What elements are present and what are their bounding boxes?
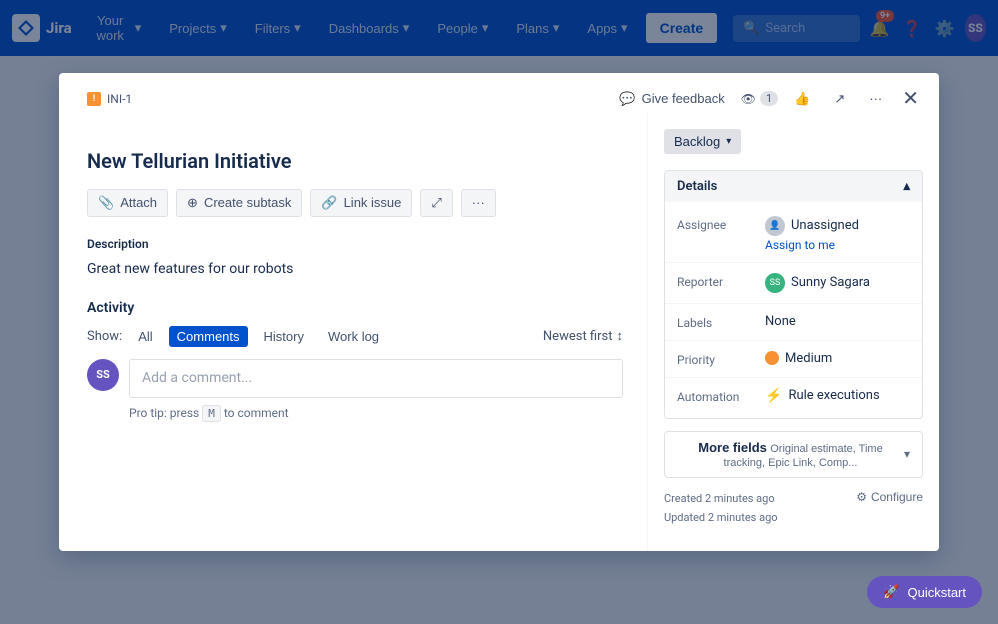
quickstart-button[interactable]: 🚀 Quickstart	[867, 576, 982, 608]
show-label: Show:	[87, 329, 122, 344]
close-button[interactable]: ✕	[898, 85, 923, 113]
reporter-label: Reporter	[677, 273, 757, 289]
link-icon: 🔗	[321, 195, 337, 211]
priority-icon	[765, 351, 779, 365]
tab-comments[interactable]: Comments	[169, 326, 248, 347]
labels-row: Labels None	[665, 308, 922, 336]
share-icon: ↗	[834, 91, 845, 107]
issue-key: ! INI-1	[87, 92, 132, 106]
footer-row: ⚙ Configure Created 2 minutes ago Update…	[664, 490, 923, 535]
more-actions-button[interactable]: ···	[461, 189, 496, 217]
action-buttons-row: 📎 Attach ⊕ Create subtask 🔗 Link issue ⤢	[87, 189, 623, 217]
issue-title: New Tellurian Initiative	[87, 149, 623, 173]
backlog-label: Backlog	[674, 134, 720, 149]
reporter-row: Reporter SS Sunny Sagara	[665, 267, 922, 299]
lightning-icon: ⚡	[765, 388, 782, 404]
issue-modal: ! INI-1 💬 Give feedback 👁 1 👍 ↗	[59, 73, 939, 551]
header-actions: 💬 Give feedback 👁 1 👍 ↗ ··· ✕	[611, 85, 923, 113]
updated-timestamp: Updated 2 minutes ago	[664, 509, 923, 528]
chevron-up-icon: ▴	[903, 179, 910, 194]
modal-right-panel: Backlog ▾ Details ▴ Assignee	[647, 113, 939, 551]
details-panel: Details ▴ Assignee 👤 Unassigned	[664, 170, 923, 419]
priority-chip: Medium	[765, 351, 910, 366]
reporter-avatar: SS	[765, 273, 785, 293]
priority-row: Priority Medium	[665, 345, 922, 373]
gear-icon: ⚙	[856, 490, 867, 504]
more-fields-button[interactable]: More fields Original estimate, Time trac…	[664, 431, 923, 478]
subtask-icon: ⊕	[187, 195, 198, 211]
comment-input-field[interactable]: Add a comment...	[129, 359, 623, 398]
watch-count: 1	[760, 91, 778, 106]
show-row: Show: All Comments History Work log Newe…	[87, 326, 623, 347]
issue-key-text: INI-1	[107, 92, 132, 106]
tab-all[interactable]: All	[130, 326, 160, 347]
automation-value: ⚡ Rule executions	[765, 388, 910, 404]
link-issue-button[interactable]: 🔗 Link issue	[310, 189, 412, 217]
assignee-value: 👤 Unassigned Assign to me	[765, 216, 910, 252]
modal-overlay[interactable]: ! INI-1 💬 Give feedback 👁 1 👍 ↗	[0, 0, 998, 624]
eye-icon: 👁	[741, 92, 756, 106]
open-in-full-button[interactable]: ⤢	[420, 189, 452, 217]
description-text: Great new features for our robots	[87, 259, 623, 280]
details-header[interactable]: Details ▴	[665, 171, 922, 202]
assignee-avatar: 👤	[765, 216, 785, 236]
automation-row: Automation ⚡ Rule executions	[665, 382, 922, 410]
feedback-icon: 💬	[619, 91, 635, 107]
reporter-value: SS Sunny Sagara	[765, 273, 910, 293]
issue-type-icon: !	[87, 92, 101, 106]
description-label: Description	[87, 237, 623, 251]
thumbs-up-icon: 👍	[794, 91, 810, 107]
attach-button[interactable]: 📎 Attach	[87, 189, 168, 217]
expand-icon: ⤢	[431, 195, 441, 211]
more-options-button[interactable]: ···	[861, 87, 890, 110]
modal-header: ! INI-1 💬 Give feedback 👁 1 👍 ↗	[59, 73, 939, 113]
more-icon: ···	[869, 91, 882, 106]
assignee-label: Assignee	[677, 216, 757, 232]
rocket-icon: 🚀	[883, 584, 899, 600]
priority-value: Medium	[765, 351, 910, 366]
share-button[interactable]: ↗	[826, 87, 853, 111]
activity-section: Activity Show: All Comments History Work…	[87, 300, 623, 420]
give-feedback-button[interactable]: 💬 Give feedback	[611, 87, 732, 111]
tab-worklog[interactable]: Work log	[320, 326, 387, 347]
automation-label: Automation	[677, 388, 757, 404]
details-body: Assignee 👤 Unassigned Assign to me	[665, 202, 922, 418]
activity-header: Activity	[87, 300, 623, 316]
modal-body: New Tellurian Initiative 📎 Attach ⊕ Crea…	[59, 113, 939, 551]
modal-left-panel: New Tellurian Initiative 📎 Attach ⊕ Crea…	[59, 113, 647, 551]
watch-button[interactable]: 👁 1	[741, 91, 778, 106]
labels-label: Labels	[677, 314, 757, 330]
attach-icon: 📎	[98, 195, 114, 211]
comment-input-row: SS Add a comment...	[87, 359, 623, 398]
like-button[interactable]: 👍	[786, 87, 818, 111]
configure-button[interactable]: ⚙ Configure	[856, 490, 923, 504]
backlog-button[interactable]: Backlog ▾	[664, 129, 741, 154]
assign-to-me-link[interactable]: Assign to me	[765, 238, 910, 252]
create-subtask-button[interactable]: ⊕ Create subtask	[176, 189, 302, 217]
priority-label: Priority	[677, 351, 757, 367]
chevron-down-icon: ▾	[726, 136, 731, 147]
pro-tip-key: M	[202, 405, 221, 422]
pro-tip: Pro tip: press M to comment	[129, 406, 623, 420]
chevron-down-icon: ▾	[904, 447, 910, 461]
sort-icon: ↕	[617, 328, 624, 344]
quickstart-label: Quickstart	[907, 585, 966, 600]
current-user-avatar: SS	[87, 359, 119, 391]
assignee-chip: 👤 Unassigned	[765, 216, 910, 236]
reporter-chip: SS Sunny Sagara	[765, 273, 910, 293]
assignee-row: Assignee 👤 Unassigned Assign to me	[665, 210, 922, 258]
labels-value: None	[765, 314, 910, 329]
newest-first-button[interactable]: Newest first ↕	[543, 328, 623, 344]
tab-history[interactable]: History	[256, 326, 312, 347]
automation-chip: ⚡ Rule executions	[765, 388, 910, 404]
